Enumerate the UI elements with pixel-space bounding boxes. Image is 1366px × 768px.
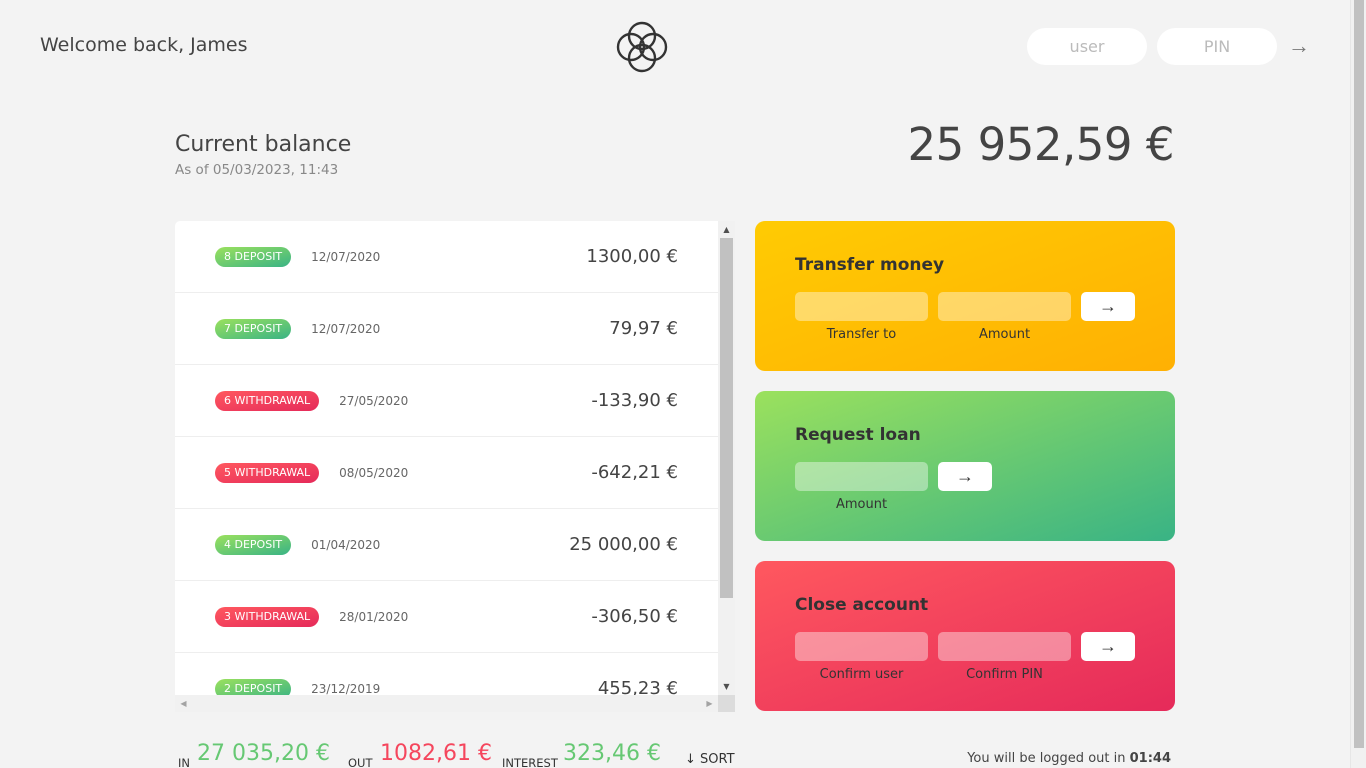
transfer-submit-button[interactable]: → (1081, 292, 1135, 321)
scroll-thumb[interactable] (720, 238, 733, 598)
loan-title: Request loan (795, 425, 921, 445)
scroll-down-arrow-icon[interactable]: ▼ (718, 678, 735, 695)
movement-row: 4 deposit 01/04/2020 25 000,00 € (175, 509, 718, 581)
loan-amount-input[interactable] (795, 462, 928, 491)
transfer-amount-label: Amount (978, 327, 1031, 342)
movements-horizontal-scrollbar[interactable]: ◀ ▶ (175, 695, 718, 712)
movement-row: 6 withdrawal 27/05/2020 -133,90 € (175, 365, 718, 437)
transfer-to-input[interactable] (795, 292, 928, 321)
movement-row: 2 deposit 23/12/2019 455,23 € (175, 653, 718, 695)
movement-type-badge: 6 withdrawal (215, 390, 320, 411)
login-user-input[interactable] (1027, 28, 1147, 65)
transfer-amount-input[interactable] (938, 292, 1071, 321)
movement-row: 7 deposit 12/07/2020 79,97 € (175, 293, 718, 365)
bankist-logo-icon (616, 21, 668, 73)
loan-amount-label: Amount (835, 497, 888, 512)
movement-date: 12/07/2020 (311, 321, 381, 336)
movement-date: 23/12/2019 (311, 681, 381, 696)
movement-type-badge: 7 deposit (215, 318, 292, 339)
sort-button[interactable]: ↓ SORT (685, 752, 735, 767)
movement-date: 08/05/2020 (339, 465, 409, 480)
logout-text: You will be logged out in (967, 751, 1126, 766)
balance-value: 25 952,59 € (907, 118, 1175, 171)
movement-type-badge: 5 withdrawal (215, 462, 320, 483)
close-account-title: Close account (795, 595, 929, 615)
close-pin-label: Confirm PIN (966, 667, 1043, 682)
movement-value: -306,50 € (591, 606, 678, 627)
summary-out-value: 1082,61 € (380, 741, 492, 766)
movements-vertical-scrollbar[interactable]: ▲ ▼ (718, 221, 735, 695)
movement-date: 12/07/2020 (311, 249, 381, 264)
welcome-message: Welcome back, James (40, 34, 248, 56)
close-user-label: Confirm user (819, 667, 904, 682)
movement-value: 25 000,00 € (569, 534, 678, 555)
summary-in-value: 27 035,20 € (197, 741, 330, 766)
page-scroll-thumb[interactable] (1354, 0, 1364, 748)
scroll-corner (718, 695, 735, 712)
balance-date-prefix: As of (175, 162, 209, 178)
loan-panel: Request loan → Amount (755, 391, 1175, 541)
movement-date: 28/01/2020 (339, 609, 409, 624)
summary-out-label: Out (348, 756, 373, 768)
close-account-panel: Close account → Confirm user Confirm PIN (755, 561, 1175, 711)
movement-type-badge: 2 deposit (215, 678, 292, 695)
movement-type-badge: 8 deposit (215, 246, 292, 267)
close-submit-button[interactable]: → (1081, 632, 1135, 661)
summary-interest-label: Interest (502, 756, 558, 768)
summary-in-label: In (178, 756, 190, 768)
transfer-panel: Transfer money → Transfer to Amount (755, 221, 1175, 371)
logout-timer-value: 01:44 (1129, 751, 1171, 766)
logout-timer: You will be logged out in 01:44 (967, 751, 1171, 766)
login-pin-input[interactable] (1157, 28, 1277, 65)
close-user-input[interactable] (795, 632, 928, 661)
movement-row: 5 withdrawal 08/05/2020 -642,21 € (175, 437, 718, 509)
balance-label: Current balance (175, 132, 352, 157)
movements-rows: 8 deposit 12/07/2020 1300,00 € 7 deposit 12/… (175, 221, 718, 695)
transfer-to-label: Transfer to (826, 327, 897, 342)
scroll-left-arrow-icon[interactable]: ◀ (175, 695, 192, 712)
movement-value: 1300,00 € (586, 246, 678, 267)
movement-date: 27/05/2020 (339, 393, 409, 408)
transfer-title: Transfer money (795, 255, 945, 275)
scroll-right-arrow-icon[interactable]: ▶ (701, 695, 718, 712)
login-button[interactable]: → (1284, 30, 1314, 62)
movement-date: 01/04/2020 (311, 537, 381, 552)
movement-row: 8 deposit 12/07/2020 1300,00 € (175, 221, 718, 293)
movement-type-badge: 3 withdrawal (215, 606, 320, 627)
page-scrollbar[interactable] (1350, 0, 1366, 768)
top-nav: Welcome back, James → (0, 0, 1350, 92)
balance-date: As of 05/03/2023, 11:43 (175, 162, 338, 178)
movement-value: -133,90 € (591, 390, 678, 411)
movement-type-badge: 4 deposit (215, 534, 292, 555)
movement-value: -642,21 € (591, 462, 678, 483)
summary: In 27 035,20 € Out 1082,61 € Interest 32… (175, 740, 735, 768)
movements-list[interactable]: 8 deposit 12/07/2020 1300,00 € 7 deposit 12/… (175, 221, 735, 712)
loan-submit-button[interactable]: → (938, 462, 992, 491)
movement-value: 79,97 € (609, 318, 678, 339)
movement-value: 455,23 € (597, 678, 678, 695)
scroll-up-arrow-icon[interactable]: ▲ (718, 221, 735, 238)
balance-date-value: 05/03/2023, 11:43 (212, 162, 339, 178)
close-pin-input[interactable] (938, 632, 1071, 661)
summary-interest-value: 323,46 € (563, 741, 661, 766)
movement-row: 3 withdrawal 28/01/2020 -306,50 € (175, 581, 718, 653)
